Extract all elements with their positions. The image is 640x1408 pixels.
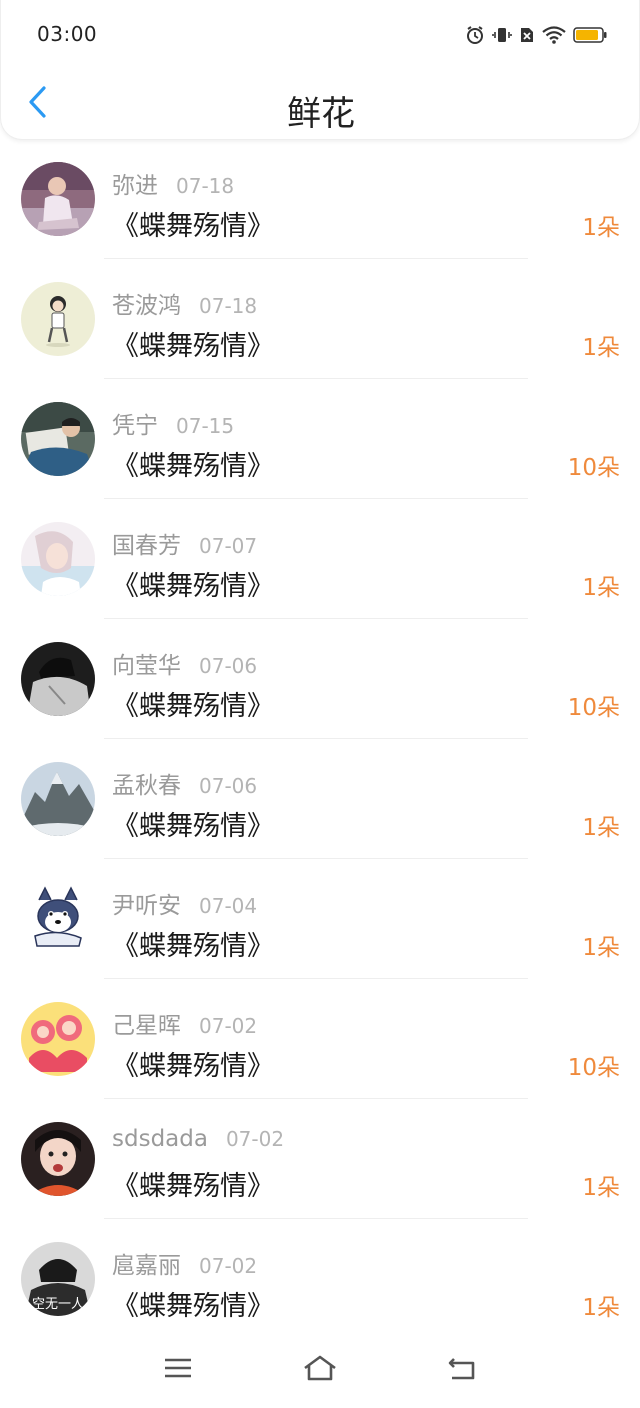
gift-date: 07-06 (199, 654, 258, 678)
flower-gift-list: 弥进 07-18 《蝶舞殇情》 1朵 苍波鸿 07-18 《蝶舞殇情》 1朵 凭… (0, 140, 640, 1336)
gift-date: 07-02 (225, 1127, 285, 1151)
work-title[interactable]: 《蝶舞殇情》 (112, 684, 274, 723)
list-item[interactable]: sdsdada 07-02 《蝶舞殇情》 1朵 (0, 1100, 640, 1220)
page-title: 鲜花 (287, 94, 355, 134)
system-nav-bar (0, 1336, 640, 1408)
name-line: 凭宁 07-15 (112, 406, 235, 439)
divider (104, 618, 528, 619)
flower-count: 1朵 (582, 815, 620, 841)
divider (104, 858, 528, 859)
user-name[interactable]: 弥进 (112, 166, 158, 200)
name-line: 苍波鸿 07-18 (112, 286, 258, 319)
user-name[interactable]: 尹听安 (112, 886, 181, 920)
name-line: 国春芳 07-07 (112, 526, 258, 559)
status-bar: 03:00 (1, 0, 640, 68)
divider (104, 978, 528, 979)
gift-date: 07-18 (199, 294, 258, 318)
list-item[interactable]: 己星晖 07-02 《蝶舞殇情》 10朵 (0, 980, 640, 1100)
name-line: 向莹华 07-06 (112, 646, 258, 679)
divider (104, 1218, 528, 1219)
no-sim-icon (519, 25, 535, 45)
work-title[interactable]: 《蝶舞殇情》 (112, 564, 274, 603)
user-name[interactable]: 向莹华 (112, 646, 181, 680)
nav-bar: 鲜花 (1, 72, 640, 140)
name-line: sdsdada 07-02 (112, 1126, 284, 1156)
list-item[interactable]: 凭宁 07-15 《蝶舞殇情》 10朵 (0, 380, 640, 500)
back-icon (447, 1355, 477, 1385)
avatar[interactable] (21, 762, 95, 836)
user-name[interactable]: 孟秋春 (112, 766, 181, 800)
battery-icon (573, 25, 607, 45)
home-button[interactable] (300, 1352, 340, 1388)
divider (104, 498, 528, 499)
flower-count: 10朵 (567, 695, 620, 721)
list-item[interactable]: 苍波鸿 07-18 《蝶舞殇情》 1朵 (0, 260, 640, 380)
name-line: 扈嘉丽 07-02 (112, 1246, 258, 1279)
user-name[interactable]: sdsdada (112, 1126, 208, 1152)
divider (104, 1098, 528, 1099)
gift-date: 07-04 (199, 894, 258, 918)
status-time: 03:00 (37, 22, 98, 46)
avatar[interactable] (21, 522, 95, 596)
work-title[interactable]: 《蝶舞殇情》 (112, 924, 274, 963)
user-name[interactable]: 凭宁 (112, 406, 158, 440)
avatar[interactable] (21, 162, 95, 236)
work-title[interactable]: 《蝶舞殇情》 (112, 1044, 274, 1083)
list-item[interactable]: 国春芳 07-07 《蝶舞殇情》 1朵 (0, 500, 640, 620)
status-icons (465, 24, 607, 46)
avatar[interactable] (21, 642, 95, 716)
flower-count: 10朵 (567, 455, 620, 481)
gift-date: 07-06 (199, 774, 258, 798)
gift-date: 07-15 (176, 414, 235, 438)
avatar[interactable] (21, 1122, 95, 1196)
work-title[interactable]: 《蝶舞殇情》 (112, 324, 274, 363)
list-item[interactable]: 尹听安 07-04 《蝶舞殇情》 1朵 (0, 860, 640, 980)
work-title[interactable]: 《蝶舞殇情》 (112, 444, 274, 483)
home-icon (302, 1354, 338, 1386)
list-item[interactable]: 空无一人 扈嘉丽 07-02 《蝶舞殇情》 1朵 (0, 1220, 640, 1336)
menu-button[interactable] (158, 1352, 198, 1388)
flower-count: 1朵 (582, 575, 620, 601)
avatar[interactable] (21, 402, 95, 476)
flower-count: 1朵 (582, 1295, 620, 1321)
gift-date: 07-18 (176, 174, 235, 198)
flower-count: 1朵 (582, 215, 620, 241)
gift-date: 07-02 (199, 1014, 258, 1038)
avatar[interactable] (21, 1002, 95, 1076)
work-title[interactable]: 《蝶舞殇情》 (112, 204, 274, 243)
name-line: 己星晖 07-02 (112, 1006, 258, 1039)
flower-count: 10朵 (567, 1055, 620, 1081)
name-line: 尹听安 07-04 (112, 886, 258, 919)
menu-icon (164, 1357, 192, 1383)
gift-date: 07-07 (199, 534, 258, 558)
alarm-icon (465, 25, 485, 45)
flower-count: 1朵 (582, 1175, 620, 1201)
user-name[interactable]: 苍波鸿 (112, 286, 181, 320)
flower-count: 1朵 (582, 335, 620, 361)
divider (104, 378, 528, 379)
name-line: 孟秋春 07-06 (112, 766, 258, 799)
user-name[interactable]: 扈嘉丽 (112, 1246, 181, 1280)
list-item[interactable]: 弥进 07-18 《蝶舞殇情》 1朵 (0, 140, 640, 260)
back-nav-button[interactable] (442, 1352, 482, 1388)
list-item[interactable]: 向莹华 07-06 《蝶舞殇情》 10朵 (0, 620, 640, 740)
work-title[interactable]: 《蝶舞殇情》 (112, 1284, 274, 1323)
avatar[interactable] (21, 882, 95, 956)
top-panel: 03:00 鲜花 (0, 0, 640, 140)
wifi-icon (542, 25, 566, 45)
avatar-caption: 空无一人 (32, 1297, 84, 1312)
vibrate-icon (492, 25, 512, 45)
list-item[interactable]: 孟秋春 07-06 《蝶舞殇情》 1朵 (0, 740, 640, 860)
name-line: 弥进 07-18 (112, 166, 235, 199)
gift-date: 07-02 (199, 1254, 258, 1278)
work-title[interactable]: 《蝶舞殇情》 (112, 1164, 274, 1203)
divider (104, 258, 528, 259)
work-title[interactable]: 《蝶舞殇情》 (112, 804, 274, 843)
avatar[interactable] (21, 282, 95, 356)
user-name[interactable]: 国春芳 (112, 526, 181, 560)
user-name[interactable]: 己星晖 (112, 1006, 181, 1040)
avatar[interactable]: 空无一人 (21, 1242, 95, 1316)
divider (104, 738, 528, 739)
flower-count: 1朵 (582, 935, 620, 961)
